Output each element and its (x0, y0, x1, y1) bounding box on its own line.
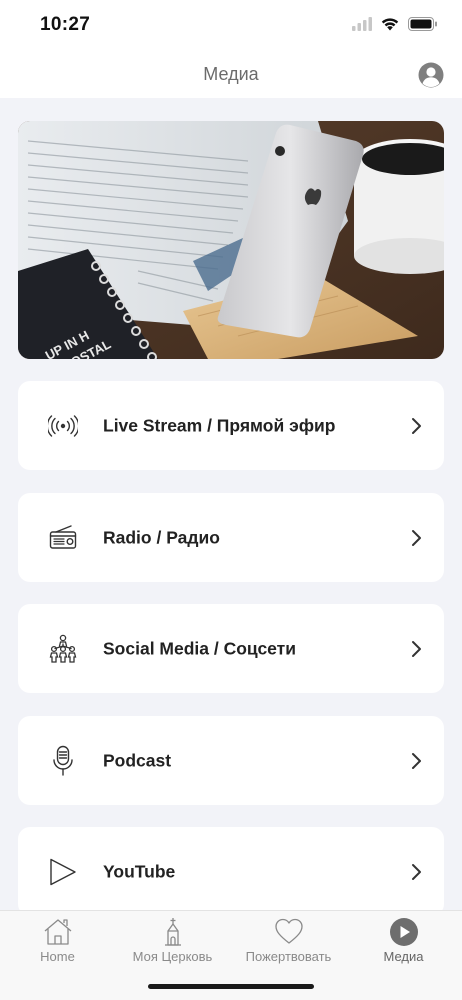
hero-photo: UP IN H NOSTAL (18, 121, 444, 359)
tab-home[interactable]: Home (0, 911, 115, 971)
page-title: Медиа (203, 64, 259, 84)
menu-item-label: Podcast (103, 750, 172, 770)
status-time: 10:27 (40, 14, 91, 35)
tab-my-church[interactable]: Моя Церковь (115, 911, 230, 971)
heart-icon (274, 918, 303, 944)
menu-item-label: Social Media / Соцсети (103, 638, 297, 658)
chevron-right-icon (412, 863, 421, 880)
tab-label: Моя Церковь (132, 949, 213, 964)
menu-item-podcast[interactable]: Podcast (18, 716, 444, 805)
home-indicator (148, 984, 314, 989)
profile-button[interactable] (418, 62, 444, 88)
status-icons (352, 16, 438, 31)
menu-item-label: Radio / Радио (103, 527, 220, 547)
tab-label: Пожертвовать (245, 949, 332, 964)
tab-donate[interactable]: Пожертвовать (231, 911, 346, 971)
tab-media[interactable]: Медиа (346, 911, 461, 971)
nav-bar: Медиа (0, 52, 462, 98)
cellular-signal-icon (352, 16, 372, 31)
battery-icon (408, 16, 437, 31)
chevron-right-icon (412, 529, 421, 546)
chevron-right-icon (412, 640, 421, 657)
broadcast-icon (46, 409, 80, 443)
wifi-icon (381, 18, 399, 31)
menu-item-live-stream[interactable]: Live Stream / Прямой эфир (18, 381, 444, 470)
church-icon (164, 918, 181, 946)
menu-item-social-media[interactable]: Social Media / Соцсети (18, 604, 444, 693)
menu-item-label: YouTube (103, 861, 176, 881)
person-circle-icon (418, 62, 444, 88)
tab-label: Home (40, 949, 75, 964)
radio-icon (46, 521, 80, 555)
play-icon (46, 855, 80, 889)
play-circle-icon (389, 918, 418, 946)
microphone-icon (46, 744, 80, 778)
hero-image: UP IN H NOSTAL (18, 121, 444, 359)
menu-item-label: Live Stream / Прямой эфир (103, 415, 336, 435)
status-bar: 10:27 (0, 0, 462, 52)
tab-label: Медиа (383, 949, 424, 964)
house-icon (44, 919, 71, 945)
menu-item-youtube[interactable]: YouTube (18, 827, 444, 916)
menu-item-radio[interactable]: Radio / Радио (18, 493, 444, 582)
people-icon (46, 632, 80, 666)
chevron-right-icon (412, 417, 421, 434)
chevron-right-icon (412, 752, 421, 769)
